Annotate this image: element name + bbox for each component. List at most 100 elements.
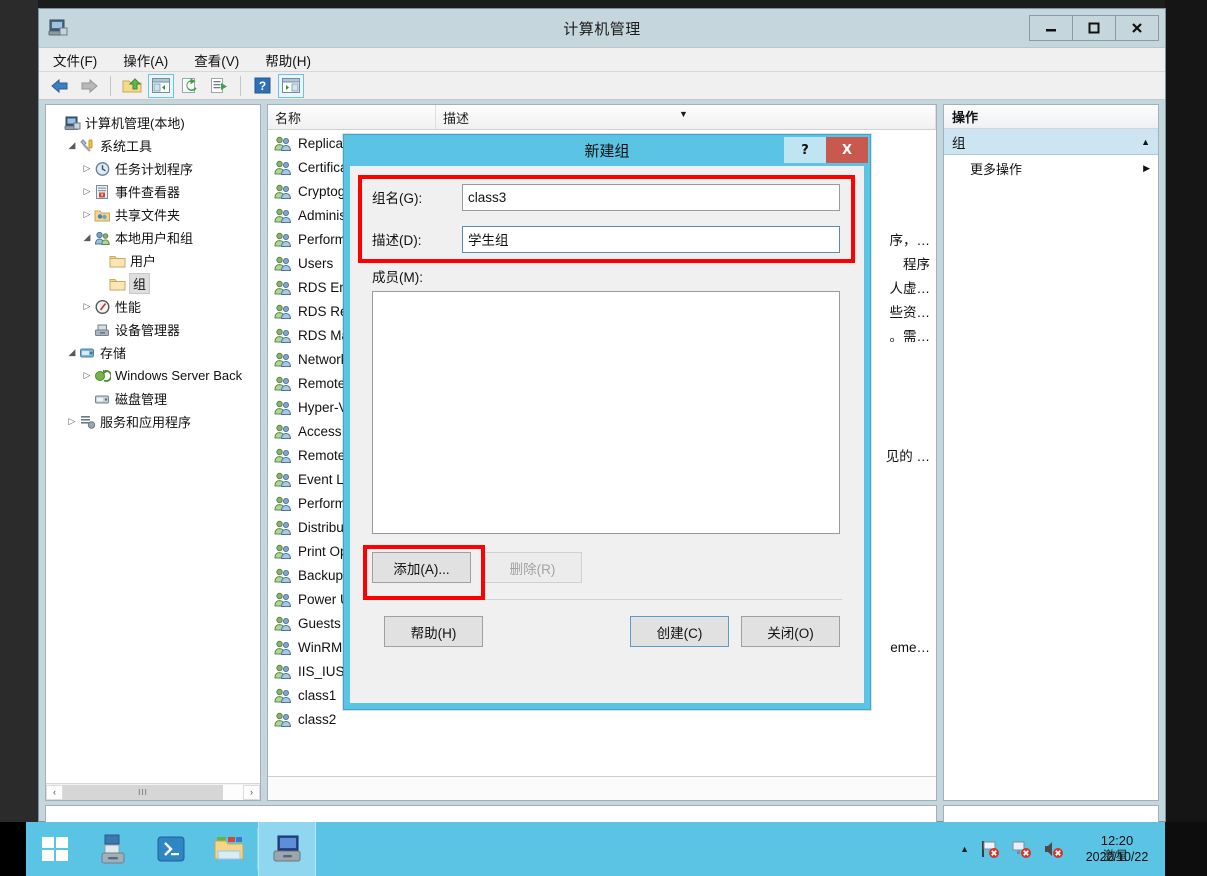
window-controls (1029, 15, 1159, 41)
tree-item-1[interactable]: ◢ 系统工具 (46, 134, 260, 157)
local-users-groups-icon (94, 230, 111, 246)
export-list-icon[interactable] (206, 74, 232, 98)
show-tree-icon[interactable] (148, 73, 174, 98)
tree-item-label: 共享文件夹 (115, 208, 181, 223)
scroll-right-arrow[interactable]: › (243, 784, 260, 800)
tree-item-label: 性能 (115, 300, 142, 315)
window-titlebar[interactable]: 计算机管理 (39, 9, 1165, 47)
tree-item-label: 存储 (100, 346, 127, 361)
menu-action[interactable]: 操作(A) (119, 48, 172, 72)
group-icon (274, 591, 292, 608)
folder-icon (109, 253, 126, 269)
powershell-task[interactable] (142, 822, 200, 876)
menu-view[interactable]: 查看(V) (190, 48, 243, 72)
chevron-up-icon[interactable]: ▲ (1141, 137, 1150, 147)
tree-item-label: 系统工具 (100, 139, 153, 154)
actions-group-header[interactable]: 组 ▲ (944, 129, 1158, 155)
up-folder-icon[interactable] (119, 74, 145, 98)
action-more-actions-label: 更多操作 (970, 161, 1023, 177)
volume-mute-icon[interactable] (1043, 839, 1065, 859)
dialog-close-button[interactable]: 关闭(O) (741, 616, 840, 647)
expand-arrow-icon[interactable]: ▷ (80, 370, 94, 381)
computer-icon (64, 115, 81, 131)
tree-item-13[interactable]: ▷ 服务和应用程序 (46, 410, 260, 433)
close-button[interactable] (1115, 15, 1159, 41)
expand-arrow-icon[interactable]: ▷ (80, 163, 94, 174)
dialog-titlebar[interactable]: 新建组 ? X (344, 135, 870, 166)
scroll-thumb[interactable]: III (63, 784, 223, 800)
expand-arrow-icon[interactable]: ▷ (65, 416, 79, 427)
group-name-cell: class2 (298, 711, 337, 727)
folder-icon (109, 276, 126, 292)
tree-item-10[interactable]: ◢ 存储 (46, 341, 260, 364)
back-icon[interactable] (47, 74, 73, 98)
tree-item-3[interactable]: ▷ 事件查看器 (46, 180, 260, 203)
dialog-help-button[interactable]: 帮助(H) (384, 616, 483, 647)
group-icon (274, 231, 292, 248)
table-row[interactable]: class2 (268, 707, 936, 731)
tree-item-0[interactable]: 计算机管理(本地) (46, 111, 260, 134)
group-name-input[interactable] (462, 183, 840, 211)
group-icon (274, 663, 292, 680)
group-icon (274, 447, 292, 464)
collapse-arrow-icon[interactable]: ◢ (65, 347, 79, 358)
group-description-input[interactable] (462, 225, 840, 253)
list-header: 名称 描述 ▼ (268, 105, 936, 130)
toolbar-separator (110, 75, 111, 96)
tree-horizontal-scrollbar[interactable]: ‹ III › (46, 783, 260, 800)
actions-pane-title: 操作 (944, 105, 1158, 129)
tree-item-7[interactable]: 组 (46, 272, 260, 295)
tree-item-4[interactable]: ▷ 共享文件夹 (46, 203, 260, 226)
tree-item-11[interactable]: ▷ Windows Server Back (46, 364, 260, 387)
help-icon[interactable]: ? (249, 74, 275, 98)
new-group-dialog: 新建组 ? X 组名(G): 描述(D): 成员(M): 添加(A)... 删除… (343, 134, 871, 710)
group-icon (274, 567, 292, 584)
tree-item-9[interactable]: 设备管理器 (46, 318, 260, 341)
group-icon (274, 183, 292, 200)
desktop-right-edge (1165, 0, 1207, 822)
desktop-top-edge (0, 0, 1207, 8)
expand-arrow-icon[interactable]: ▷ (80, 186, 94, 197)
scroll-left-arrow[interactable]: ‹ (46, 784, 63, 800)
column-name[interactable]: 名称 (268, 105, 436, 129)
tree-item-5[interactable]: ◢ 本地用户和组 (46, 226, 260, 249)
tree-item-label: 本地用户和组 (115, 231, 194, 246)
tree-item-8[interactable]: ▷ 性能 (46, 295, 260, 318)
console-tree-pane: 计算机管理(本地) ◢ 系统工具 ▷ 任务计划程序 ▷ 事件查看器 ▷ 共享文件夹 ◢ 本地用户和组… (45, 104, 261, 801)
tree-item-2[interactable]: ▷ 任务计划程序 (46, 157, 260, 180)
dialog-close-icon-button[interactable]: X (826, 137, 868, 163)
menu-help[interactable]: 帮助(H) (261, 48, 315, 72)
refresh-icon[interactable] (177, 74, 203, 98)
expand-arrow-icon[interactable]: ▷ (80, 209, 94, 220)
clock-time: 12:20 (1100, 833, 1134, 848)
tree-item-12[interactable]: 磁盘管理 (46, 387, 260, 410)
collapse-arrow-icon[interactable]: ◢ (65, 140, 79, 151)
expand-arrow-icon[interactable]: ▷ (80, 301, 94, 312)
members-listbox[interactable] (372, 291, 840, 534)
tree-item-6[interactable]: 用户 (46, 249, 260, 272)
show-action-pane-icon[interactable] (278, 73, 304, 98)
show-hidden-icons-icon[interactable]: ▲ (960, 844, 969, 854)
add-member-button[interactable]: 添加(A)... (372, 552, 471, 583)
column-description[interactable]: 描述 ▼ (436, 105, 936, 129)
computer-management-task[interactable] (258, 822, 316, 876)
forward-icon[interactable] (76, 74, 102, 98)
network-error-icon[interactable] (1011, 839, 1033, 859)
maximize-button[interactable] (1072, 15, 1116, 41)
clock[interactable]: 12:20 2022/10/22 激星 (1075, 832, 1159, 866)
action-more-actions[interactable]: 更多操作 ▶ (944, 155, 1158, 181)
dialog-body: 组名(G): 描述(D): 成员(M): 添加(A)... 删除(R) 帮助(H… (350, 166, 864, 703)
group-icon (274, 375, 292, 392)
network-flag-error-icon[interactable] (979, 839, 1001, 859)
scroll-track[interactable]: III (63, 784, 243, 800)
start-button[interactable] (26, 822, 84, 876)
dialog-help-icon-button[interactable]: ? (784, 137, 826, 163)
collapse-arrow-icon[interactable]: ◢ (80, 232, 94, 243)
server-manager-task[interactable] (84, 822, 142, 876)
menu-file[interactable]: 文件(F) (49, 48, 101, 72)
dialog-create-button[interactable]: 创建(C) (630, 616, 729, 647)
file-explorer-task[interactable] (200, 822, 258, 876)
group-icon (274, 639, 292, 656)
minimize-button[interactable] (1029, 15, 1073, 41)
tree-item-label: 计算机管理(本地) (85, 116, 185, 131)
